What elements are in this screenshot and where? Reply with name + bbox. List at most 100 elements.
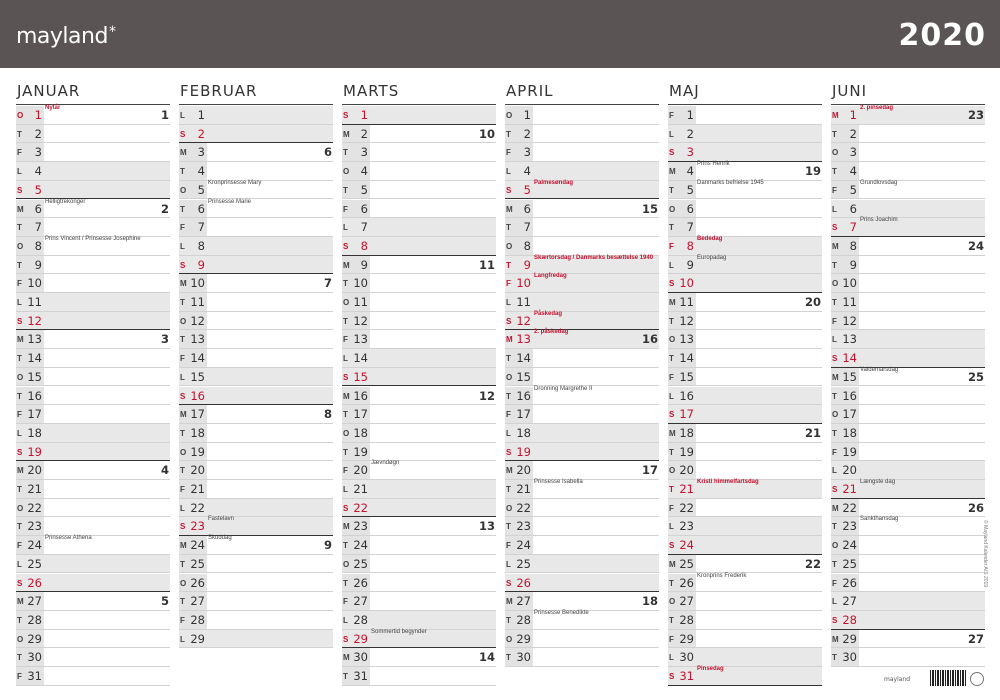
day-row[interactable]: F 29 — [668, 629, 822, 649]
day-row[interactable]: L 25 — [505, 554, 659, 574]
day-row[interactable]: M 27 5 — [16, 592, 170, 611]
day-row[interactable]: T7 — [16, 218, 170, 237]
day-row[interactable]: S8 — [342, 236, 496, 256]
day-row[interactable]: T 17 — [342, 405, 496, 424]
day-row[interactable]: F 28 — [179, 610, 333, 630]
day-row[interactable]: M 2 10 — [342, 124, 496, 144]
day-row[interactable]: O 20 — [668, 461, 822, 480]
day-row[interactable]: M 25 22 — [668, 554, 822, 574]
day-row[interactable]: M 22 26 — [831, 498, 985, 518]
day-row[interactable]: O 19 — [179, 442, 333, 462]
day-row[interactable]: F 24 — [505, 536, 659, 555]
day-row[interactable]: T 26 — [342, 573, 496, 593]
day-row[interactable]: O 11 — [342, 293, 496, 312]
day-row[interactable]: L 18 — [16, 423, 170, 443]
day-row[interactable]: T 14 — [505, 349, 659, 368]
day-row[interactable]: T 28 — [16, 610, 170, 630]
day-row[interactable]: T5 — [342, 180, 496, 200]
day-row[interactable]: S 16 — [179, 386, 333, 406]
day-row[interactable]: L 25 — [16, 554, 170, 574]
day-row[interactable]: T 27 — [179, 592, 333, 611]
day-row[interactable]: T7 — [668, 218, 822, 237]
day-row[interactable]: O 29 — [505, 629, 659, 649]
day-row[interactable]: L2 — [668, 124, 822, 144]
day-row[interactable]: L 22 — [179, 498, 333, 518]
day-row[interactable]: L 23 — [668, 517, 822, 537]
day-row[interactable]: M 6 Helligtrekonger 2 — [16, 199, 170, 219]
day-row[interactable]: O1 — [505, 106, 659, 125]
day-row[interactable]: T2 — [16, 124, 170, 144]
day-row[interactable]: T 30 — [505, 648, 659, 667]
day-row[interactable]: F 27 — [342, 592, 496, 611]
day-row[interactable]: M 30 14 — [342, 648, 496, 667]
day-row[interactable]: F 24 Prinsesse Athena — [16, 535, 170, 555]
day-row[interactable]: S2 — [179, 124, 333, 144]
day-row[interactable]: L 30 — [668, 648, 822, 667]
day-row[interactable]: F 19 — [831, 442, 985, 462]
day-row[interactable]: M3 6 — [179, 143, 333, 163]
day-row[interactable]: S3 — [668, 143, 822, 163]
day-row[interactable]: T 21 Kristi himmelfartsdag — [668, 479, 822, 499]
day-row[interactable]: T 13 — [179, 330, 333, 350]
day-row[interactable]: T 30 — [16, 648, 170, 667]
day-row[interactable]: F 17 — [505, 405, 659, 424]
day-row[interactable]: M 27 18 — [505, 592, 659, 611]
day-row[interactable]: F6 — [342, 199, 496, 219]
day-row[interactable]: S9 — [179, 255, 333, 275]
day-row[interactable]: F 14 — [179, 349, 333, 368]
day-row[interactable]: F 13 — [342, 330, 496, 350]
day-row[interactable]: T 18 — [179, 423, 333, 443]
day-row[interactable]: O 10 — [831, 274, 985, 293]
day-row[interactable]: T 23 Sankthansdag — [831, 516, 985, 537]
day-row[interactable]: T 9 Skærtorsdag / Danmarks besættelse 1940 — [505, 255, 659, 275]
day-row[interactable]: T 16 — [16, 386, 170, 406]
day-row[interactable]: T 26 Kronprins Frederik — [668, 573, 822, 593]
day-row[interactable]: F 21 — [179, 480, 333, 499]
day-row[interactable]: O8 — [505, 236, 659, 256]
day-row[interactable]: L 11 — [505, 293, 659, 312]
day-row[interactable]: O 8 Prins Vincent / Prinsesse Josephine — [16, 236, 170, 256]
day-row[interactable]: O 27 — [668, 592, 822, 611]
day-row[interactable]: O3 — [831, 143, 985, 163]
day-row[interactable]: L1 — [179, 106, 333, 125]
day-row[interactable]: L 29 — [179, 629, 333, 649]
day-row[interactable]: O 15 — [16, 367, 170, 387]
day-row[interactable]: L 21 — [342, 480, 496, 499]
day-row[interactable]: M 13 3 — [16, 330, 170, 350]
day-row[interactable]: S 24 — [668, 536, 822, 555]
day-row[interactable]: S 28 — [831, 610, 985, 630]
day-row[interactable]: T 16 — [831, 386, 985, 406]
day-row[interactable]: L4 — [505, 162, 659, 181]
day-row[interactable]: L 16 — [668, 386, 822, 406]
day-row[interactable]: M 8 24 — [831, 236, 985, 256]
day-row[interactable]: S 22 — [342, 498, 496, 518]
day-row[interactable]: M 6 15 — [505, 199, 659, 219]
day-row[interactable]: T 23 — [505, 517, 659, 537]
day-row[interactable]: T 19 — [342, 442, 496, 462]
day-row[interactable]: O 5 Kronprinsesse Mary — [179, 180, 333, 200]
day-row[interactable]: O6 — [668, 199, 822, 219]
day-row[interactable]: T 19 — [668, 442, 822, 462]
day-row[interactable]: T2 — [831, 124, 985, 144]
day-row[interactable]: T9 — [831, 255, 985, 275]
day-row[interactable]: O 22 — [505, 498, 659, 518]
day-row[interactable]: S 23 Fastelavn — [179, 516, 333, 537]
day-row[interactable]: M 23 13 — [342, 517, 496, 537]
day-row[interactable]: M 11 20 — [668, 293, 822, 312]
day-row[interactable]: O 17 — [831, 405, 985, 424]
day-row[interactable]: F 10 — [16, 274, 170, 293]
day-row[interactable]: F3 — [505, 143, 659, 163]
day-row[interactable]: S 21 Længste dag — [831, 479, 985, 499]
day-row[interactable]: T 31 — [342, 667, 496, 686]
day-row[interactable]: S 12 Påskedag — [505, 311, 659, 331]
day-row[interactable]: F 8 Bededag — [668, 236, 822, 256]
day-row[interactable]: S 7 Prins Joachim — [831, 217, 985, 237]
day-row[interactable]: T 6 Prinsesse Marie — [179, 199, 333, 219]
day-row[interactable]: M 4 Prins Henrik 19 — [668, 161, 822, 181]
day-row[interactable]: T4 — [179, 162, 333, 181]
day-row[interactable]: F 10 Langfredag — [505, 273, 659, 293]
day-row[interactable]: S 15 — [342, 367, 496, 387]
day-row[interactable]: T7 — [505, 218, 659, 237]
day-row[interactable]: T 21 — [16, 480, 170, 499]
day-row[interactable]: T 20 — [179, 461, 333, 480]
